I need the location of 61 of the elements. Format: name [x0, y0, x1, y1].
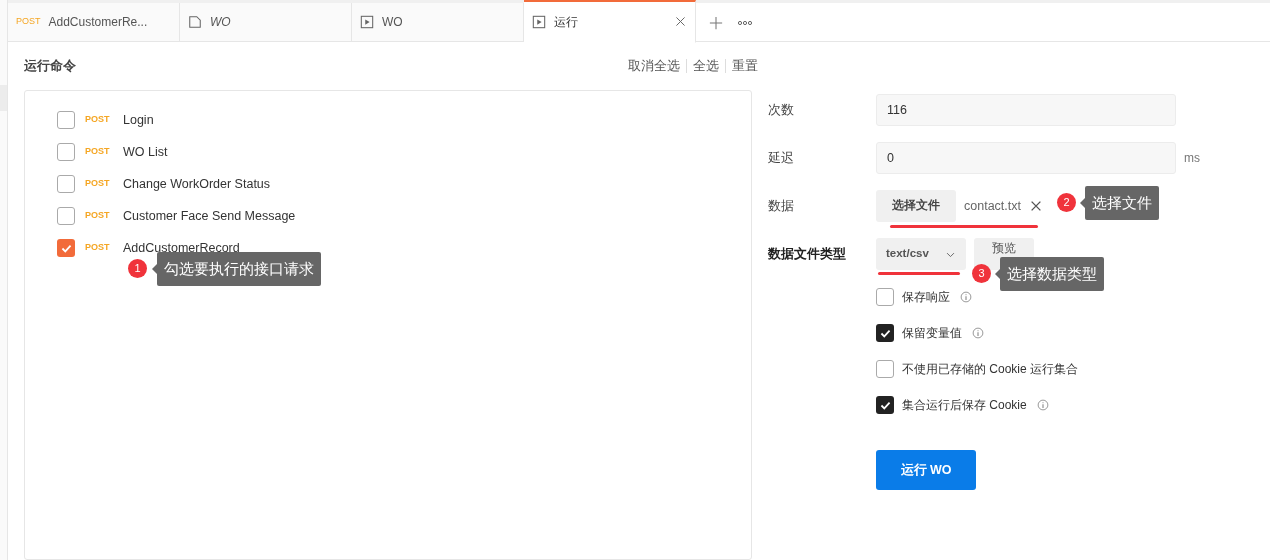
field-label: 数据文件类型 [768, 245, 847, 263]
field-label: 数据 [768, 197, 795, 215]
input-field[interactable]: 116 [876, 94, 1176, 126]
checkbox[interactable] [876, 288, 894, 306]
plus-icon[interactable] [709, 15, 723, 30]
checkbox[interactable] [57, 111, 75, 129]
document-icon [188, 14, 202, 29]
option-label: 保留变量值 [902, 325, 962, 342]
callout-label: 选择文件 [1085, 186, 1159, 220]
link-button[interactable]: 取消全选 [628, 56, 680, 76]
tab-label: 运行 [554, 13, 579, 31]
number-badge: 1 [128, 259, 147, 278]
link-button[interactable]: 全选 [693, 56, 719, 76]
option-label: 集合运行后保存 Cookie [902, 397, 1027, 414]
method-label: POST [85, 113, 111, 127]
input-field[interactable]: 0 [876, 142, 1176, 174]
unit-label: ms [1184, 150, 1200, 167]
tab[interactable]: WO [180, 2, 352, 41]
method-label: POST [85, 209, 111, 223]
run-button[interactable]: 运行 WO [876, 450, 976, 490]
option-label: 不使用已存储的 Cookie 运行集合 [902, 361, 1079, 378]
tab-label: WO [382, 13, 404, 31]
callout-pointer [152, 264, 157, 274]
field-label: 延迟 [768, 149, 795, 167]
tab-label: WO [210, 13, 232, 31]
tab[interactable]: 运行 [524, 0, 696, 43]
method-label: POST [16, 15, 41, 29]
callout-label: 勾选要执行的接口请求 [157, 252, 321, 286]
number-badge: 2 [1057, 193, 1076, 212]
tab[interactable]: WO [352, 2, 524, 41]
request-name: Customer Face Send Message [123, 207, 296, 225]
checkbox[interactable] [876, 360, 894, 378]
number-badge: 3 [972, 264, 991, 283]
callout-pointer [995, 269, 1000, 279]
file-name: contact.txt [964, 197, 1021, 215]
panel-title: 运行命令 [24, 57, 76, 76]
method-label: POST [85, 177, 111, 191]
method-label: POST [85, 241, 111, 255]
tab-label: AddCustomerRe... [48, 13, 149, 31]
tab[interactable]: POST AddCustomerRe... [8, 2, 180, 41]
play-icon [360, 14, 374, 29]
method-label: POST [85, 145, 111, 159]
option-label: 保存响应 [902, 289, 950, 306]
link-button[interactable]: 重置 [732, 56, 758, 76]
close-icon[interactable] [1029, 199, 1043, 213]
checkbox[interactable] [57, 143, 75, 161]
callout-pointer [1080, 198, 1085, 208]
checkbox[interactable] [57, 175, 75, 193]
checkbox[interactable] [876, 396, 894, 414]
request-name: Login [123, 111, 154, 129]
close-icon[interactable] [674, 15, 687, 29]
checkbox[interactable] [57, 239, 75, 257]
play-icon [532, 14, 546, 29]
checkbox[interactable] [876, 324, 894, 342]
field-label: 次数 [768, 101, 795, 119]
file-type-dropdown[interactable]: text/csv [876, 238, 966, 270]
request-name: Change WorkOrder Status [123, 175, 271, 193]
callout-label: 选择数据类型 [1000, 257, 1104, 291]
request-name: WO List [123, 143, 168, 161]
checkbox[interactable] [57, 207, 75, 225]
choose-file-button[interactable]: 选择文件 [876, 190, 956, 222]
